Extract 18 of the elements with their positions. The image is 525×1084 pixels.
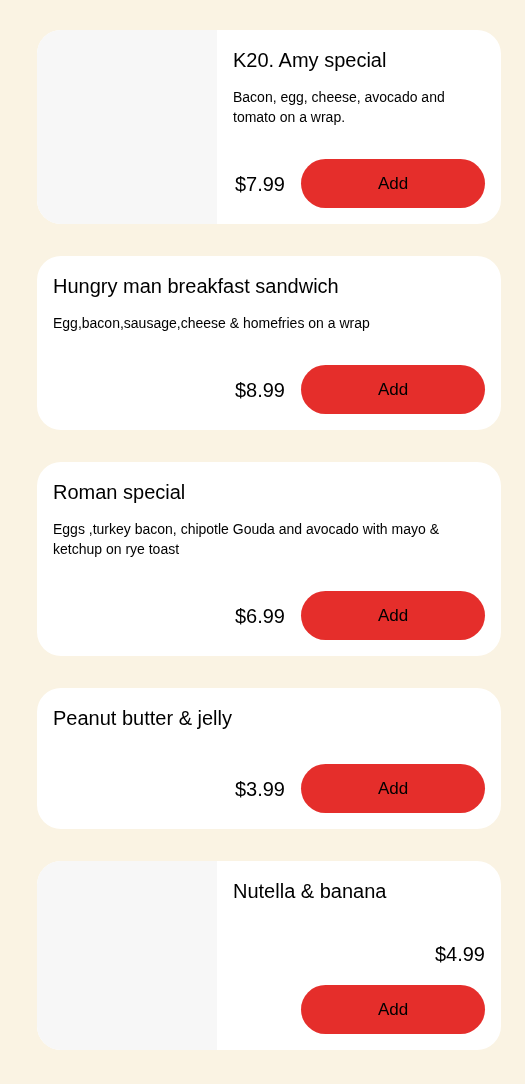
add-button[interactable]: Add: [301, 764, 485, 813]
item-description: Egg,bacon,sausage,cheese & homefries on a wrap: [53, 314, 371, 333]
item-title: K20. Amy special: [233, 48, 388, 73]
item-description: Bacon, egg, cheese, avocado and tomato on a wrap.: [233, 88, 446, 127]
add-button[interactable]: Add: [301, 365, 485, 414]
add-button[interactable]: Add: [301, 591, 485, 640]
add-button[interactable]: Add: [301, 985, 485, 1034]
item-price: $3.99: [234, 776, 285, 802]
item-price: $4.99: [434, 942, 485, 967]
item-description: Eggs ,turkey bacon, chipotle Gouda and avocado with mayo & ketchup on rye toast: [53, 520, 440, 559]
item-title: Hungry man breakfast sandwich: [53, 274, 340, 299]
item-price: $6.99: [234, 603, 285, 629]
item-price: $7.99: [234, 171, 285, 197]
item-title: Nutella & banana: [233, 879, 388, 904]
item-title: Peanut butter & jelly: [53, 706, 233, 731]
item-title: Roman special: [53, 480, 187, 505]
item-price: $8.99: [234, 377, 285, 403]
add-button[interactable]: Add: [301, 159, 485, 208]
